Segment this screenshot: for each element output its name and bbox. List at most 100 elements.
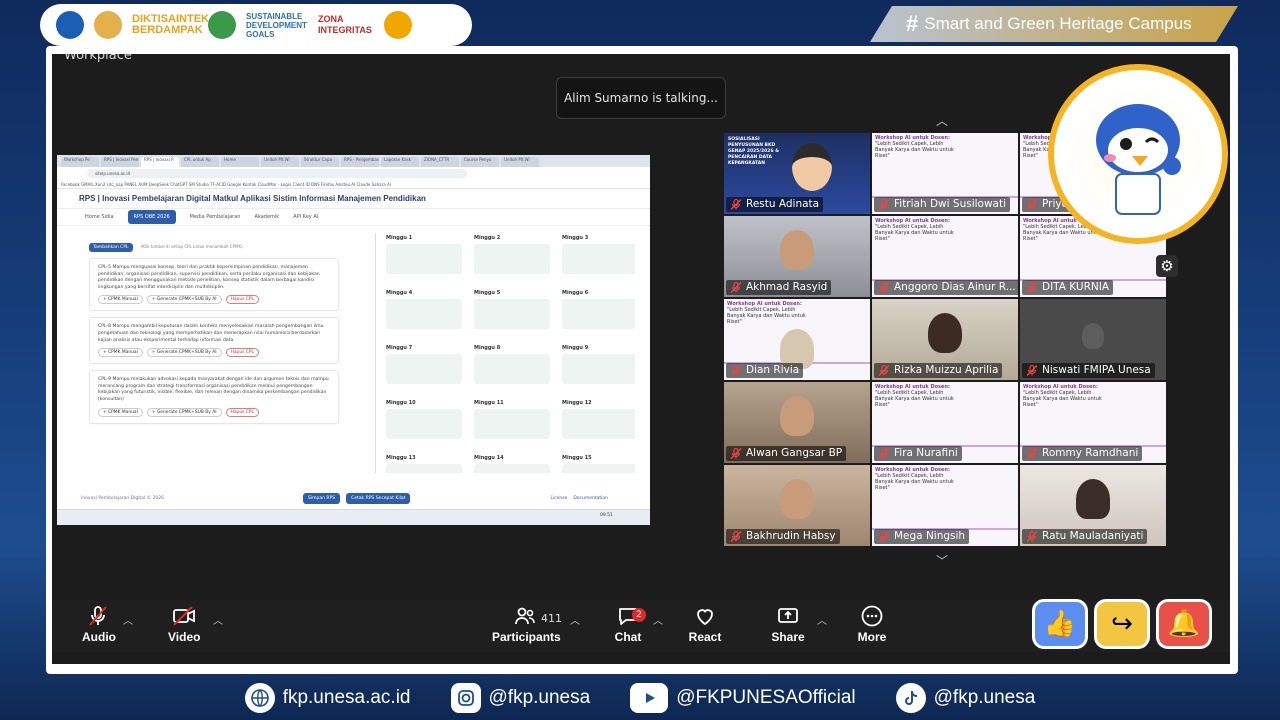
- participant-tile[interactable]: SOSIALISASI PENYUSUNAN BKD GENAP 2025/20…: [724, 133, 870, 214]
- delete-cpl-button[interactable]: Hapus CPL: [225, 407, 259, 417]
- browser-tab[interactable]: Unduh Mt.Wi: [501, 157, 539, 167]
- week-dropzone[interactable]: [474, 244, 550, 274]
- save-rps-button[interactable]: Simpan RPS: [303, 493, 341, 504]
- react-button[interactable]: React: [688, 604, 722, 644]
- participant-tile[interactable]: Rizka Muizzu Aprilia: [872, 299, 1018, 380]
- browser-tab[interactable]: Unduh Mt.Wi: [261, 157, 299, 167]
- video-button[interactable]: Video: [168, 604, 200, 644]
- print-rps-button[interactable]: Cetak RPS Secepat Kilat: [346, 493, 411, 504]
- license-link[interactable]: License: [550, 496, 567, 501]
- week-slot: Minggu 12: [562, 400, 635, 449]
- week-label: Minggu 15: [562, 455, 592, 461]
- gear-icon[interactable]: ⚙: [1156, 255, 1178, 277]
- participant-tile[interactable]: Workshop AI untuk Dosen: "Lebih Sedikit …: [872, 382, 1018, 463]
- participant-tile[interactable]: Workshop AI untuk Dosen: "Lebih Sedikit …: [872, 465, 1018, 546]
- week-dropzone[interactable]: [562, 299, 635, 329]
- chat-options-chevron-icon[interactable]: ︿: [653, 612, 663, 627]
- participant-name: Akhmad Rasyid: [726, 280, 832, 295]
- share-arrow-icon[interactable]: ↪: [1094, 599, 1150, 649]
- week-dropzone[interactable]: [474, 299, 550, 329]
- nav-media[interactable]: Media Pembelajaran: [190, 214, 241, 220]
- alarm-bell-icon[interactable]: 🔔: [1156, 599, 1212, 649]
- nav-rps-obe[interactable]: RPS OBE 2026: [127, 210, 176, 224]
- week-dropzone[interactable]: [562, 464, 635, 473]
- browser-tab[interactable]: Workshop Pe: [61, 157, 99, 167]
- more-button[interactable]: More: [856, 604, 888, 644]
- participant-tile[interactable]: Workshop AI untuk Dosen: "Lebih Sedikit …: [1020, 382, 1166, 463]
- week-dropzone[interactable]: [386, 409, 462, 439]
- address-bar[interactable]: sitelp.unesa.ac.id: [87, 169, 467, 178]
- share-options-chevron-icon[interactable]: ︿: [817, 612, 827, 627]
- instagram-link[interactable]: @fkp.unesa: [450, 683, 590, 713]
- browser-tab[interactable]: Struktur Capa: [301, 157, 339, 167]
- participant-tile[interactable]: Workshop AI untuk Dosen: "Lebih Sedikit …: [872, 133, 1018, 214]
- thumbs-up-icon[interactable]: 👍: [1032, 599, 1088, 649]
- week-dropzone[interactable]: [386, 464, 462, 473]
- campus-tagline: # Smart and Green Heritage Campus: [870, 6, 1238, 42]
- documentation-link[interactable]: Documentation: [573, 496, 608, 501]
- week-dropzone[interactable]: [562, 409, 635, 439]
- participant-tile[interactable]: Niswati FMIPA Unesa: [1020, 299, 1166, 380]
- mascot-image: [1048, 64, 1228, 244]
- mic-muted-icon: [730, 365, 742, 376]
- grid-scroll-down-icon[interactable]: ﹀: [936, 552, 948, 569]
- week-dropzone[interactable]: [386, 299, 462, 329]
- participant-tile[interactable]: Alwan Gangsar BP: [724, 382, 870, 463]
- generate-cpmk-button[interactable]: + Generate CPMK+SUB By AI: [146, 348, 222, 358]
- week-dropzone[interactable]: [474, 464, 550, 473]
- week-dropzone[interactable]: [474, 354, 550, 384]
- browser-tab[interactable]: CPL untuk Ap: [181, 157, 219, 167]
- participant-face: [928, 313, 962, 353]
- mic-muted-icon: [1026, 365, 1038, 376]
- shared-screen[interactable]: Workshop Pe RPS | Inovasi Pem RPS | Inov…: [57, 155, 650, 525]
- participant-tile[interactable]: Akhmad Rasyid: [724, 216, 870, 297]
- generate-cpmk-button[interactable]: + Generate CPMK+SUB By AI: [146, 295, 222, 305]
- participant-tile[interactable]: Bakhrudin Habsy: [724, 465, 870, 546]
- grid-scroll-up-icon[interactable]: ︿: [936, 112, 948, 129]
- nav-api-key[interactable]: API Key AI: [293, 214, 318, 220]
- delete-cpl-button[interactable]: Hapus CPL: [225, 295, 259, 305]
- add-cpl-button[interactable]: Tambahkan CPL: [89, 243, 133, 252]
- delete-cpl-button[interactable]: Hapus CPL: [225, 348, 259, 358]
- generate-cpmk-button[interactable]: + Generate CPMK+SUB By AI: [146, 407, 222, 417]
- slide-title: Workshop AI untuk Dosen: "Lebih Sedikit …: [875, 135, 954, 159]
- tiktok-link[interactable]: @fkp.unesa: [895, 683, 1035, 713]
- nav-akademik[interactable]: Akademik: [254, 214, 279, 220]
- browser-tab[interactable]: ZIONA_CTTR: [421, 157, 459, 167]
- week-dropzone[interactable]: [386, 244, 462, 274]
- participant-tile[interactable]: Workshop AI untuk Dosen: "Lebih Sedikit …: [724, 299, 870, 380]
- participants-options-chevron-icon[interactable]: ︿: [570, 612, 580, 627]
- participant-tile[interactable]: Workshop AI untuk Dosen: "Lebih Sedikit …: [872, 216, 1018, 297]
- sdg-logo: SUSTAINABLE DEVELOPMENT GOALS: [246, 11, 307, 39]
- social-links: fkp.unesa.ac.id @fkp.unesa @FKPUNESAOffi…: [0, 680, 1280, 716]
- participant-name: Niswati FMIPA Unesa: [1022, 363, 1155, 378]
- browser-tab-active[interactable]: RPS | Inovasi P: [141, 157, 179, 167]
- browser-tab[interactable]: Home: [221, 157, 259, 167]
- cpmk-manual-button[interactable]: + CPMK Manual: [98, 407, 143, 417]
- taskbar-clock: 09.51: [600, 513, 613, 518]
- audio-options-chevron-icon[interactable]: ︿: [123, 612, 133, 627]
- bookmarks-bar[interactable]: Facebook GMAIL Xun2 sitc_nap PANEL AUM D…: [57, 180, 650, 189]
- audio-button[interactable]: Audio: [82, 604, 116, 644]
- browser-tab[interactable]: Laporan Kask: [381, 157, 419, 167]
- share-button[interactable]: Share: [771, 604, 805, 644]
- browser-tab[interactable]: RPS | Inovasi Pem: [101, 157, 139, 167]
- week-dropzone[interactable]: [562, 244, 635, 274]
- youtube-link[interactable]: @FKPUNESAOfficial: [630, 683, 856, 713]
- website-link[interactable]: fkp.unesa.ac.id: [244, 683, 411, 713]
- week-dropzone[interactable]: [386, 354, 462, 384]
- mic-muted-icon: [878, 448, 890, 459]
- cpmk-manual-button[interactable]: + CPMK Manual: [98, 348, 143, 358]
- instagram-icon: [450, 683, 481, 713]
- nav-home[interactable]: Home Sidia: [85, 214, 114, 220]
- participant-name: Anggoro Dias Ainur R...: [874, 280, 1018, 295]
- cpmk-manual-button[interactable]: + CPMK Manual: [98, 295, 143, 305]
- participant-tile[interactable]: Ratu Mauladaniyati: [1020, 465, 1166, 546]
- browser-tab[interactable]: RPS - Pengemban: [341, 157, 379, 167]
- participant-face: [1076, 479, 1110, 519]
- browser-tab[interactable]: Course Penyu: [461, 157, 499, 167]
- week-dropzone[interactable]: [474, 409, 550, 439]
- mic-muted-icon: [878, 199, 890, 210]
- video-options-chevron-icon[interactable]: ︿: [213, 612, 223, 627]
- week-dropzone[interactable]: [562, 354, 635, 384]
